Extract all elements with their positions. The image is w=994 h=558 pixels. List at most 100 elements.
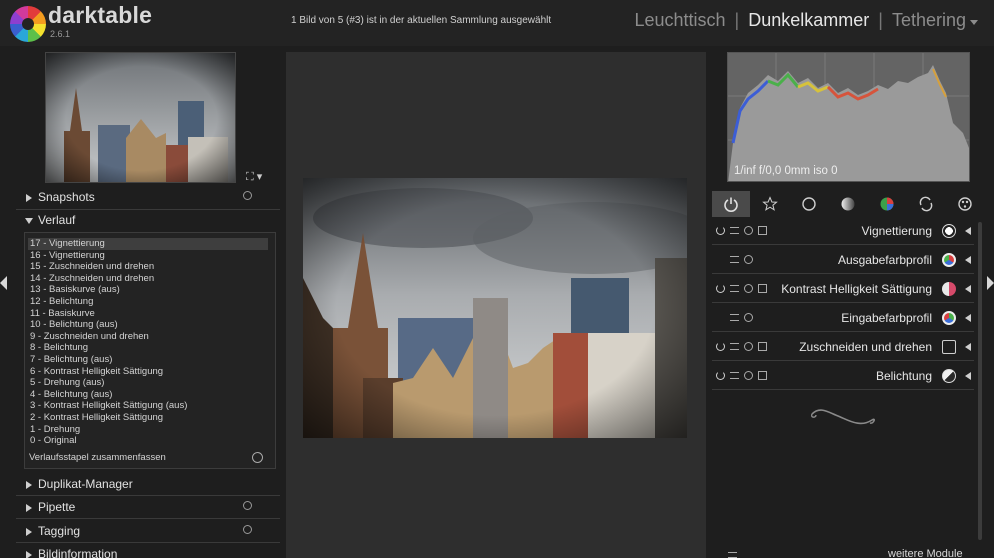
left-panel: ⛶ ▾ Snapshots Verlauf 17 - Vignettierung…	[8, 46, 280, 558]
expand-arrow-icon[interactable]	[965, 227, 971, 235]
module-name: Zuschneiden und drehen	[799, 340, 932, 354]
history-item[interactable]: 0 - Original	[28, 435, 268, 447]
reset-icon[interactable]	[243, 501, 252, 510]
expand-arrow-icon	[26, 481, 32, 489]
history-item[interactable]: 8 - Belichtung	[28, 342, 268, 354]
collapse-right-panel-icon[interactable]	[987, 276, 994, 290]
history-item[interactable]: 1 - Drehung	[28, 424, 268, 436]
multi-instance-icon[interactable]	[730, 285, 739, 292]
expand-arrow-icon[interactable]	[965, 256, 971, 264]
history-item[interactable]: 12 - Belichtung	[28, 296, 268, 308]
reset-icon[interactable]	[744, 226, 753, 235]
history-item[interactable]: 4 - Belichtung (aus)	[28, 389, 268, 401]
history-item[interactable]: 15 - Zuschneiden und drehen	[28, 261, 268, 273]
group-correct-button[interactable]	[907, 191, 945, 217]
section-tagging[interactable]: Tagging	[16, 520, 280, 542]
multi-instance-icon[interactable]	[730, 227, 739, 234]
presets-icon[interactable]	[758, 342, 767, 351]
history-item[interactable]: 7 - Belichtung (aus)	[28, 354, 268, 366]
correct-icon	[919, 196, 933, 212]
navigation-zoom-control[interactable]: ⛶ ▾	[246, 170, 262, 184]
expand-arrow-icon[interactable]	[965, 285, 971, 293]
main-image[interactable]	[303, 178, 687, 438]
module-output-color-profile[interactable]: Ausgabefarbprofil	[712, 247, 974, 274]
history-item[interactable]: 9 - Zuschneiden und drehen	[28, 331, 268, 343]
history-item[interactable]: 2 - Kontrast Helligkeit Sättigung	[28, 412, 268, 424]
reset-icon[interactable]	[744, 371, 753, 380]
history-list: 17 - Vignettierung 16 - Vignettierung 15…	[28, 238, 268, 447]
history-item[interactable]: 6 - Kontrast Helligkeit Sättigung	[28, 366, 268, 378]
expand-arrow-icon[interactable]	[965, 314, 971, 322]
module-input-color-profile[interactable]: Eingabefarbprofil	[712, 305, 974, 332]
collapse-left-panel-icon[interactable]	[0, 276, 7, 290]
navigation-image	[46, 53, 235, 182]
more-modules-icon[interactable]	[728, 552, 737, 558]
group-tone-button[interactable]	[829, 191, 867, 217]
view-lighttable[interactable]: Leuchttisch	[634, 10, 725, 31]
circle-icon	[802, 197, 816, 211]
compress-history-icon[interactable]	[252, 452, 263, 463]
group-color-button[interactable]	[868, 191, 906, 217]
module-power-icon[interactable]	[716, 226, 725, 235]
module-power-icon[interactable]	[716, 371, 725, 380]
reset-icon[interactable]	[744, 255, 753, 264]
group-favorites-button[interactable]	[751, 191, 789, 217]
presets-icon[interactable]	[758, 284, 767, 293]
module-scrollbar[interactable]	[978, 222, 982, 540]
power-icon	[724, 197, 738, 212]
reset-icon[interactable]	[243, 525, 252, 534]
color-balance-icon	[942, 282, 956, 296]
navigation-thumbnail[interactable]	[45, 52, 236, 183]
group-active-modules-button[interactable]	[712, 191, 750, 217]
expand-arrow-icon	[26, 551, 32, 558]
history-item[interactable]: 13 - Basiskurve (aus)	[28, 284, 268, 296]
history-item[interactable]: 16 - Vignettierung	[28, 250, 268, 262]
history-item[interactable]: 5 - Drehung (aus)	[28, 377, 268, 389]
histogram[interactable]: 1/inf f/0,0 0mm iso 0	[727, 52, 970, 182]
expand-arrow-icon[interactable]	[965, 372, 971, 380]
section-image-information[interactable]: Bildinformation	[16, 543, 280, 558]
multi-instance-icon[interactable]	[730, 343, 739, 350]
module-controls	[716, 226, 767, 235]
multi-instance-icon[interactable]	[730, 256, 739, 263]
view-switcher: Leuchttisch | Dunkelkammer | Tethering	[634, 10, 978, 31]
group-basic-button[interactable]	[790, 191, 828, 217]
expand-arrow-icon	[26, 504, 32, 512]
expand-arrow-icon	[26, 194, 32, 202]
history-item[interactable]: 11 - Basiskurve	[28, 308, 268, 320]
module-name: Ausgabefarbprofil	[837, 253, 932, 267]
history-item[interactable]: 3 - Kontrast Helligkeit Sättigung (aus)	[28, 400, 268, 412]
crop-icon	[942, 340, 956, 354]
module-contrast-brightness-saturation[interactable]: Kontrast Helligkeit Sättigung	[712, 276, 974, 303]
multi-instance-icon[interactable]	[730, 314, 739, 321]
section-title: Snapshots	[38, 190, 95, 204]
view-darkroom[interactable]: Dunkelkammer	[748, 10, 869, 31]
view-tethering[interactable]: Tethering	[892, 10, 966, 31]
module-power-icon[interactable]	[716, 342, 725, 351]
compress-history-button[interactable]: Verlaufsstapel zusammenfassen	[29, 452, 166, 463]
section-history[interactable]: Verlauf	[16, 209, 280, 231]
section-duplicate-manager[interactable]: Duplikat-Manager	[16, 473, 280, 495]
expand-arrow-icon[interactable]	[965, 343, 971, 351]
history-item[interactable]: 17 - Vignettierung	[28, 238, 268, 250]
star-icon	[762, 196, 778, 211]
section-pipette[interactable]: Pipette	[16, 496, 280, 518]
module-power-icon[interactable]	[716, 284, 725, 293]
presets-icon[interactable]	[758, 226, 767, 235]
presets-icon[interactable]	[758, 371, 767, 380]
group-effect-button[interactable]	[946, 191, 984, 217]
reset-icon[interactable]	[744, 342, 753, 351]
reset-icon[interactable]	[243, 191, 252, 200]
more-modules-button[interactable]: weitere Module	[888, 548, 963, 558]
reset-icon[interactable]	[744, 313, 753, 322]
history-item[interactable]: 10 - Belichtung (aus)	[28, 319, 268, 331]
history-item[interactable]: 14 - Zuschneiden und drehen	[28, 273, 268, 285]
module-vignette[interactable]: Vignettierung	[712, 218, 974, 245]
reset-icon[interactable]	[744, 284, 753, 293]
multi-instance-icon[interactable]	[730, 372, 739, 379]
module-exposure[interactable]: Belichtung	[712, 363, 974, 390]
module-crop-rotate[interactable]: Zuschneiden und drehen	[712, 334, 974, 361]
section-snapshots[interactable]: Snapshots	[16, 186, 280, 208]
section-title: Pipette	[38, 500, 76, 514]
tethering-dropdown-icon[interactable]	[970, 19, 978, 25]
